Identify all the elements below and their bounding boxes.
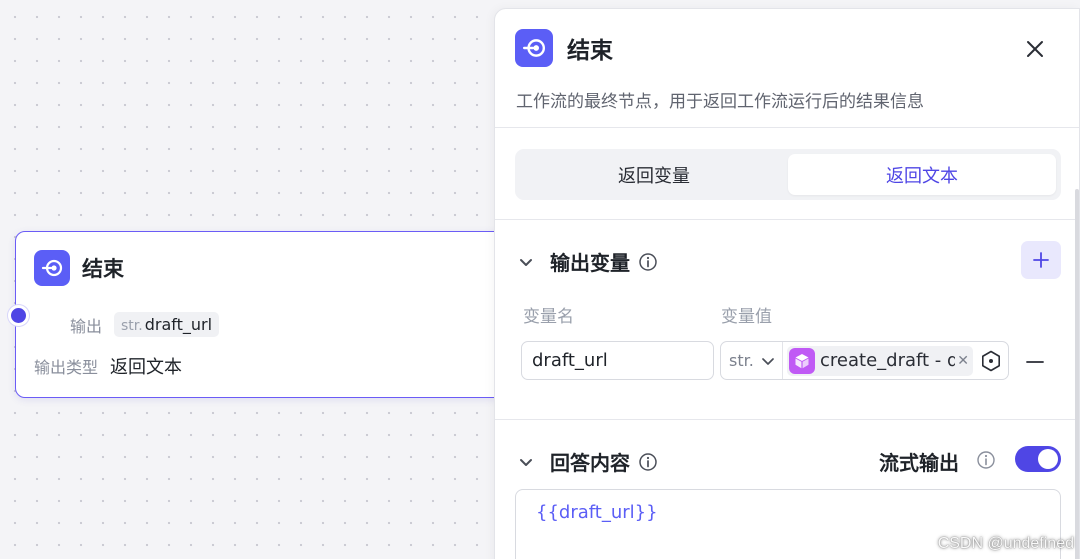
return-mode-tabs: 返回变量 返回文本 [515, 149, 1061, 200]
column-label-value: 变量值 [721, 307, 772, 327]
node-header: 结束 [34, 250, 124, 286]
divider [495, 419, 1079, 420]
node-output-tag-name: draft_url [144, 315, 213, 334]
panel-header: 结束 [515, 29, 613, 67]
close-button[interactable] [1021, 35, 1049, 63]
info-icon[interactable] [638, 452, 658, 472]
end-node-icon [515, 29, 553, 67]
tab-return-text[interactable]: 返回文本 [788, 154, 1056, 195]
divider [495, 219, 1079, 220]
node-output-type-row: 输出类型 返回文本 [34, 353, 182, 379]
toggle-knob [1038, 449, 1058, 469]
node-output-row: 输出 str. draft_url [70, 312, 220, 337]
chevron-down-icon[interactable] [517, 253, 535, 271]
stream-output-toggle[interactable] [1015, 446, 1061, 472]
tab-return-variable[interactable]: 返回变量 [520, 154, 788, 195]
variable-picker-icon[interactable] [979, 349, 1003, 373]
info-icon[interactable] [638, 252, 658, 272]
plus-icon [1033, 252, 1049, 268]
plugin-cube-icon [789, 347, 815, 374]
variable-name-input[interactable]: draft_url [521, 341, 714, 380]
info-icon[interactable] [976, 450, 996, 470]
end-node-panel: 结束 工作流的最终节点，用于返回工作流运行后的结果信息 返回变量 返回文本 输出… [494, 8, 1080, 559]
node-output-tag: str. draft_url [114, 312, 220, 337]
variable-type-select[interactable]: str. [721, 342, 783, 379]
variable-type-label: str. [729, 351, 754, 370]
stream-output-label: 流式输出 [879, 451, 959, 475]
remove-reference-icon[interactable]: ✕ [957, 353, 969, 369]
panel-scrollbar[interactable] [1075, 189, 1079, 559]
chevron-down-icon[interactable] [517, 453, 535, 471]
remove-variable-icon[interactable] [1025, 352, 1045, 372]
variable-value-field: str. create_draft - draft_url ✕ [720, 341, 1009, 380]
panel-description: 工作流的最终节点，用于返回工作流运行后的结果信息 [516, 92, 924, 112]
answer-section-header[interactable]: 回答内容 [517, 447, 658, 476]
chevron-down-icon [762, 357, 774, 365]
column-label-name: 变量名 [523, 307, 574, 327]
divider [495, 127, 1079, 128]
variable-reference-text: create_draft - draft_url [820, 350, 955, 371]
end-node-icon [34, 250, 70, 286]
panel-title: 结束 [567, 38, 613, 64]
end-node-card[interactable]: 结束 输出 str. draft_url 输出类型 返回文本 [8, 231, 510, 398]
node-input-port[interactable] [8, 305, 29, 326]
output-section-title: 输出变量 [550, 251, 630, 275]
add-variable-button[interactable] [1021, 241, 1061, 279]
node-output-label: 输出 [70, 316, 103, 336]
node-output-type-label: 输出类型 [34, 358, 99, 377]
close-icon [1027, 41, 1043, 57]
watermark: CSDN @undefined [937, 535, 1074, 552]
output-section-header[interactable]: 输出变量 [517, 247, 658, 276]
answer-section-title: 回答内容 [550, 451, 630, 475]
node-title: 结束 [82, 257, 124, 281]
node-output-tag-type: str. [121, 318, 143, 334]
node-output-type-value: 返回文本 [110, 357, 183, 378]
variable-reference-chip[interactable]: create_draft - draft_url ✕ [787, 345, 973, 376]
